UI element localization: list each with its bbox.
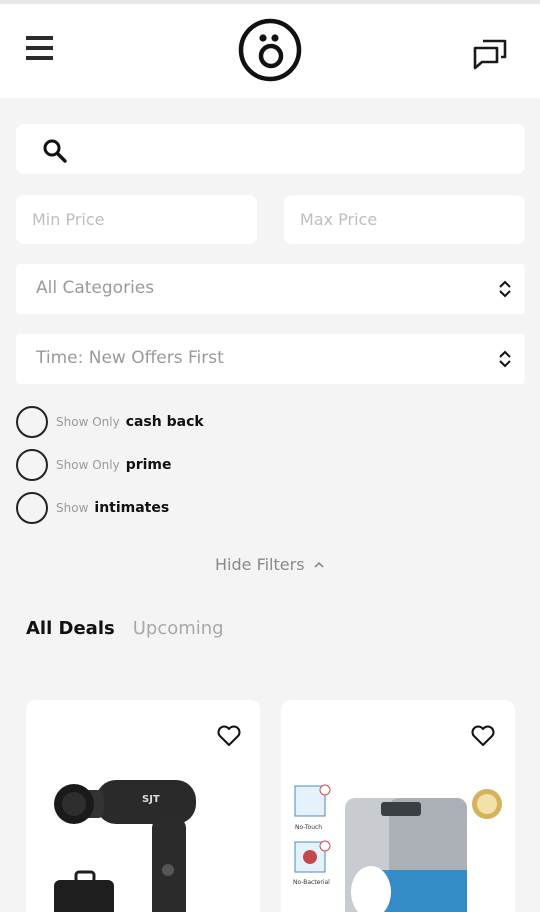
- hide-filters-label: Hide Filters: [215, 555, 305, 574]
- deal-tabs: All Deals Upcoming: [26, 618, 242, 639]
- checkbox-prefix: Show Only: [56, 458, 120, 472]
- search-input[interactable]: [86, 124, 516, 174]
- product-card[interactable]: SJT: [26, 700, 260, 912]
- checkbox-prefix: Show Only: [56, 415, 120, 429]
- search-icon: [43, 139, 67, 163]
- product-card[interactable]: No-Touch No-Bacterial: [281, 700, 515, 912]
- chevron-up-icon: [313, 561, 324, 568]
- prime-checkbox-row[interactable]: Show Only prime: [16, 448, 172, 482]
- page: All Categories Time: New Offers First Sh…: [0, 0, 540, 912]
- brand-mark: SJT: [142, 794, 160, 805]
- min-price-input[interactable]: [16, 195, 257, 244]
- hide-filters-button[interactable]: Hide Filters: [215, 555, 325, 574]
- checkbox-label: cash back: [125, 414, 204, 430]
- no-bacterial-badge: No-Bacterial: [293, 879, 330, 886]
- massage-gun-image: SJT: [54, 780, 196, 912]
- tab-upcoming[interactable]: Upcoming: [133, 618, 224, 639]
- checkbox-label: prime: [125, 457, 172, 473]
- soap-dispenser-image: No-Touch No-Bacterial: [293, 784, 502, 912]
- category-select-value: All Categories: [36, 278, 155, 298]
- intimates-checkbox-row[interactable]: Show intimates: [16, 491, 169, 525]
- intimates-checkbox[interactable]: [16, 492, 48, 524]
- no-touch-badge: No-Touch: [295, 824, 322, 831]
- top-bar: [0, 0, 540, 98]
- checkbox-prefix: Show: [56, 501, 89, 515]
- time-sort-select[interactable]: Time: New Offers First: [16, 334, 525, 384]
- hamburger-menu-icon[interactable]: [26, 34, 54, 62]
- up-down-chevron-icon: [499, 350, 511, 368]
- prime-checkbox[interactable]: [16, 449, 48, 481]
- heart-icon[interactable]: [216, 724, 242, 748]
- search-box[interactable]: [16, 124, 525, 174]
- up-down-chevron-icon: [499, 280, 511, 298]
- cash-back-checkbox[interactable]: [16, 406, 48, 438]
- heart-icon[interactable]: [470, 724, 496, 748]
- chat-bubbles-icon[interactable]: [472, 37, 508, 71]
- checkbox-label: intimates: [94, 500, 170, 516]
- tab-all-deals[interactable]: All Deals: [26, 618, 115, 639]
- time-sort-select-value: Time: New Offers First: [36, 348, 224, 368]
- surprised-face-logo[interactable]: [238, 18, 302, 82]
- max-price-input[interactable]: [284, 195, 525, 244]
- category-select[interactable]: All Categories: [16, 264, 525, 314]
- cash-back-checkbox-row[interactable]: Show Only cash back: [16, 405, 204, 439]
